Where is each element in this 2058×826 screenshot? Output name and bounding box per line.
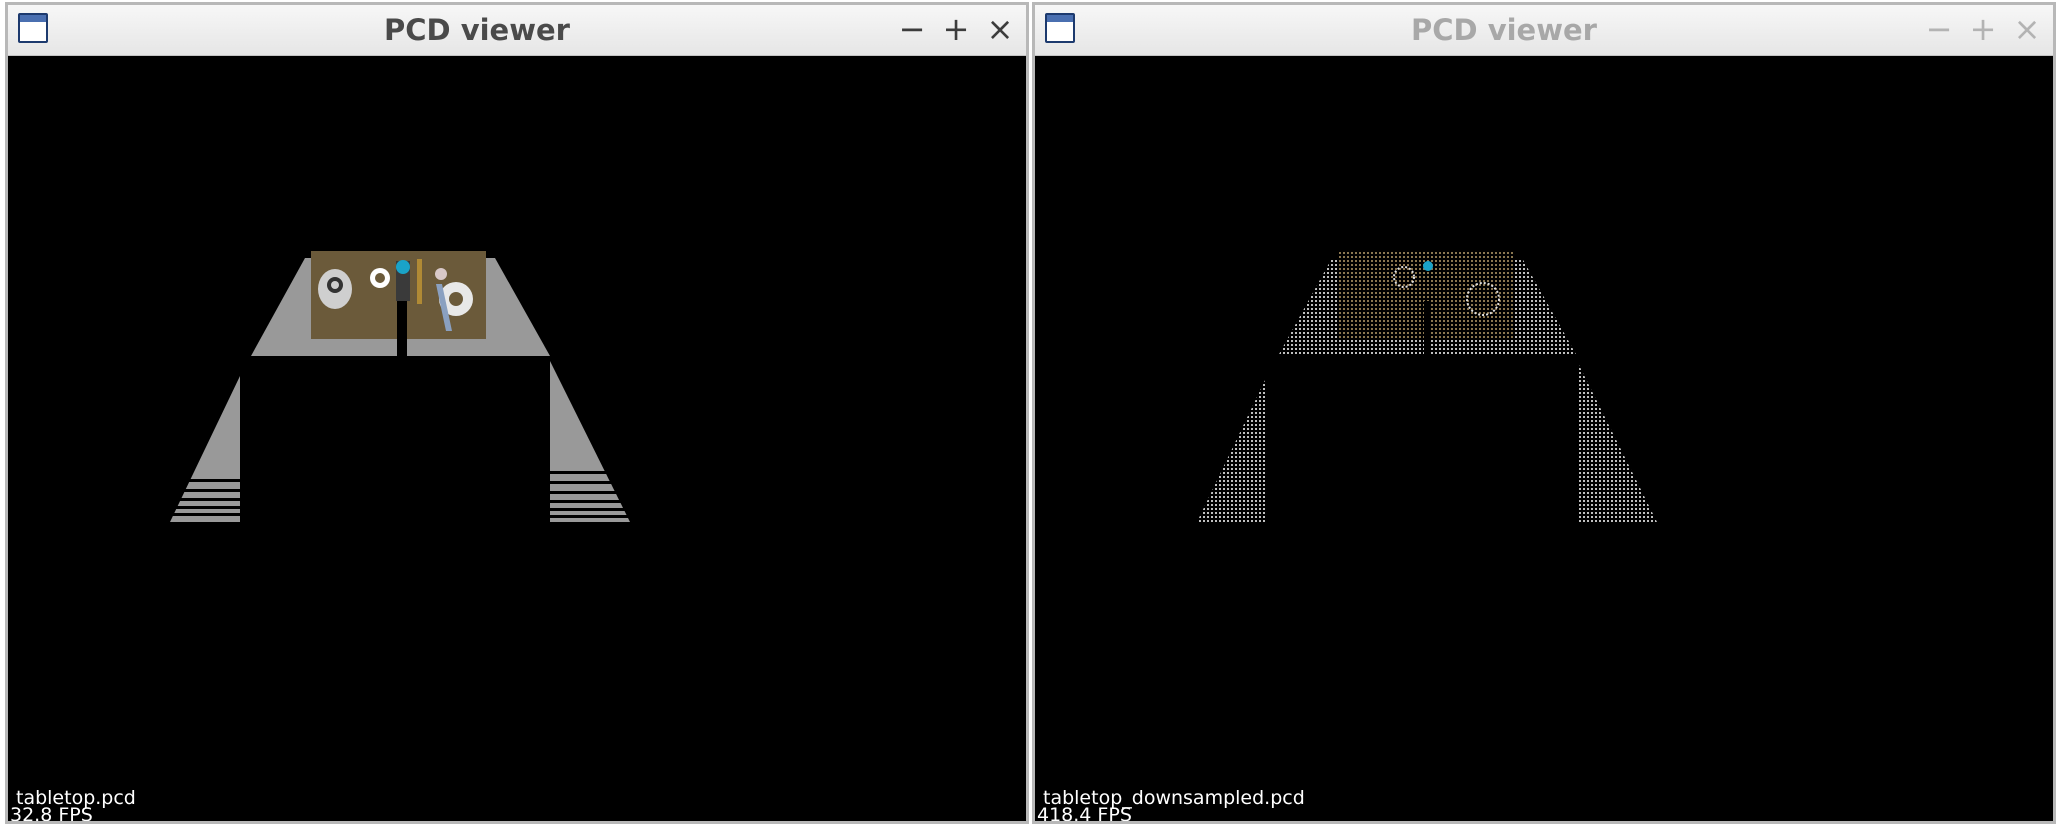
- mug-object: [318, 269, 352, 309]
- point-cloud-render: [168, 251, 635, 522]
- pcd-viewer-window-left[interactable]: PCD viewer − + × tabletop.pcd 32.8 FPS: [5, 2, 1029, 824]
- fps-counter: 32.8 FPS: [10, 804, 93, 821]
- fps-counter: 418.4 FPS: [1037, 804, 1132, 821]
- robot-arm-shadow: [1424, 301, 1430, 357]
- minimize-icon[interactable]: −: [894, 11, 930, 47]
- table-right-side-points: [1577, 361, 1657, 522]
- table-right-side: [550, 361, 630, 522]
- title-bar[interactable]: PCD viewer − + ×: [1035, 5, 2053, 56]
- stick-object: [417, 259, 422, 304]
- cup-object: [370, 268, 390, 288]
- window-app-icon[interactable]: [18, 13, 48, 43]
- window-title: PCD viewer: [1411, 13, 1597, 47]
- window-title: PCD viewer: [384, 13, 570, 47]
- maximize-icon[interactable]: +: [938, 11, 974, 47]
- small-item-object: [435, 268, 447, 280]
- minimize-icon[interactable]: −: [1921, 11, 1957, 47]
- title-bar[interactable]: PCD viewer − + ×: [8, 5, 1026, 56]
- close-icon[interactable]: ×: [982, 11, 1018, 47]
- table-left-side-points: [1197, 376, 1267, 522]
- robot-arm-shadow: [397, 301, 407, 357]
- bottle-object: [396, 260, 410, 301]
- close-icon[interactable]: ×: [2009, 11, 2045, 47]
- point-cloud-viewport[interactable]: tabletop.pcd 32.8 FPS: [8, 56, 1026, 821]
- bottle-cap-points: [1423, 261, 1433, 271]
- maximize-icon[interactable]: +: [1965, 11, 2001, 47]
- point-cloud-render-downsampled: [1197, 251, 1657, 522]
- point-cloud-viewport[interactable]: tabletop_downsampled.pcd 418.4 FPS: [1035, 56, 2053, 821]
- pcd-viewer-window-right[interactable]: PCD viewer − + × tabletop_downsampled.pc…: [1032, 2, 2056, 824]
- window-app-icon[interactable]: [1045, 13, 1075, 43]
